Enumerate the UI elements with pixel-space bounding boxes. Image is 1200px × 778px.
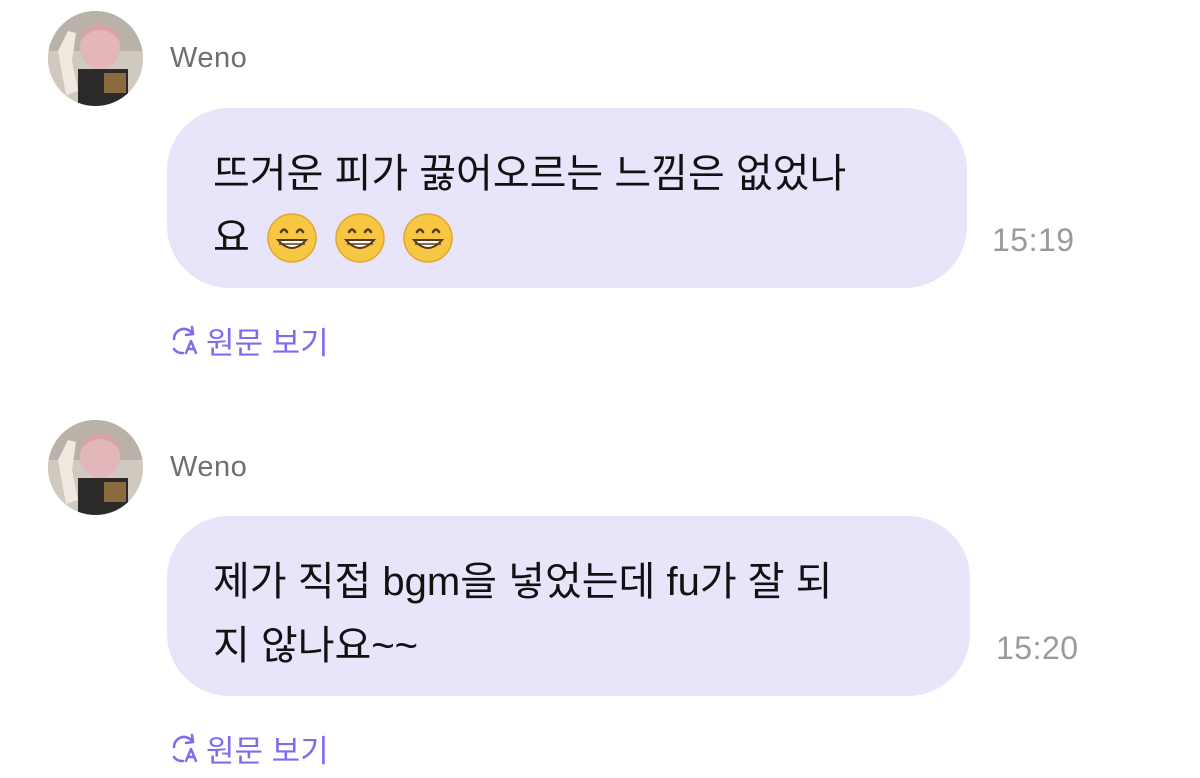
message-text-fragment: 요 xyxy=(213,216,250,260)
message-text-line: 요 xyxy=(213,206,927,270)
grinning-face-emoji xyxy=(266,212,318,264)
grinning-face-emoji xyxy=(334,212,386,264)
avatar[interactable] xyxy=(48,11,143,106)
translate-icon xyxy=(168,733,200,765)
message-timestamp: 15:19 xyxy=(992,222,1075,258)
message-text-line: 제가 직접 bgm을 넣었는데 fu가 잘 되 xyxy=(213,560,833,604)
view-original-button[interactable]: 원문 보기 xyxy=(168,318,329,363)
view-original-label: 원문 보기 xyxy=(206,326,329,361)
sender-name: Weno xyxy=(170,451,248,483)
view-original-label: 원문 보기 xyxy=(206,734,329,769)
grinning-face-emoji xyxy=(402,212,454,264)
message-text-line: 지 않나요~~ xyxy=(213,624,419,668)
avatar[interactable] xyxy=(48,420,143,515)
message-timestamp: 15:20 xyxy=(996,630,1079,666)
sender-name: Weno xyxy=(170,42,248,74)
view-original-button[interactable]: 원문 보기 xyxy=(168,726,329,771)
message-bubble[interactable]: 제가 직접 bgm을 넣었는데 fu가 잘 되 지 않나요~~ xyxy=(167,516,970,696)
message-bubble[interactable]: 뜨거운 피가 끓어오르는 느낌은 없었나 요 xyxy=(167,108,967,288)
translate-icon xyxy=(168,325,200,357)
message-text-line: 뜨거운 피가 끓어오르는 느낌은 없었나 xyxy=(213,152,847,196)
